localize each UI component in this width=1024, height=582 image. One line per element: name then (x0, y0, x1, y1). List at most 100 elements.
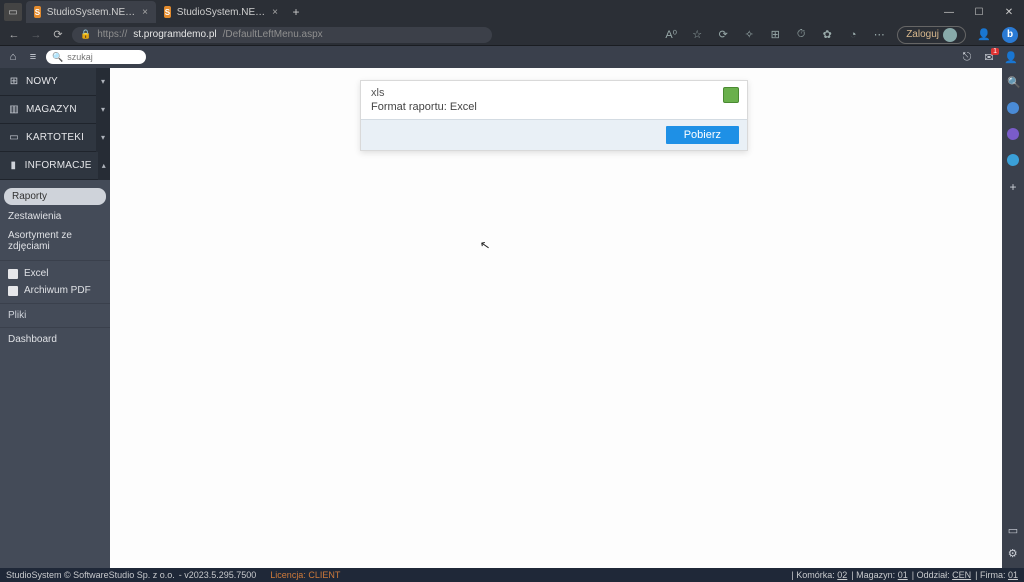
dialog-footer: Pobierz (361, 119, 747, 150)
window-maximize-button[interactable]: ☐ (964, 7, 994, 18)
new-tab-button[interactable]: + (286, 5, 306, 19)
main-area: ⊞ NOWY ▾ ▥ MAGAZYN ▾ ▭ KARTOTEKI ▾ ▮ INF… (0, 68, 1024, 568)
user-icon[interactable]: 👤 (1004, 51, 1018, 64)
app-top-bar: ⌂ ≡ 🔍 ⎋ ✉1 👤 (0, 46, 1024, 68)
rail-settings-icon[interactable]: ⚙ (1008, 547, 1018, 560)
status-komorka-value[interactable]: 02 (837, 570, 847, 580)
download-dialog: xls Format raportu: Excel Pobierz (360, 80, 748, 151)
content-area: xls Format raportu: Excel Pobierz ↖ (110, 68, 1002, 568)
search-icon: 🔍 (52, 52, 63, 63)
favorite-icon[interactable]: ☆ (689, 28, 705, 41)
browser-side-rail: 🔍 + ▭ ⚙ (1002, 68, 1024, 568)
url-prefix: https:// (97, 29, 127, 40)
extensions-icon[interactable]: ✿ (819, 28, 835, 41)
status-license: Licencja: CLIENT (270, 570, 340, 580)
favorites-bar-icon[interactable]: ✧ (741, 28, 757, 41)
nav-magazyn[interactable]: ▥ MAGAZYN ▾ (0, 96, 110, 124)
window-close-button[interactable]: ✕ (994, 7, 1024, 18)
tab-strip: ▭ S StudioSystem.NET (c) SoftwareS… × S … (0, 0, 306, 24)
status-komorka-label: Komórka: (796, 570, 835, 580)
subnav-pliki-heading[interactable]: Pliki (0, 304, 110, 323)
bing-icon[interactable]: b (1002, 27, 1018, 43)
subnav-dashboard[interactable]: Dashboard (0, 327, 110, 349)
chevron-down-icon[interactable]: ▾ (96, 124, 110, 152)
status-right: | Komórka: 02 | Magazyn: 01 | Oddział: C… (791, 570, 1018, 580)
cards-icon: ▭ (8, 132, 20, 143)
lock-icon: 🔒 (80, 29, 91, 40)
browser-toolbar: ← → ⟳ 🔒 https://st.programdemo.pl/Defaul… (0, 24, 1024, 46)
address-bar[interactable]: 🔒 https://st.programdemo.pl/DefaultLeftM… (72, 27, 492, 43)
info-icon: ▮ (8, 160, 19, 171)
rail-tools-icon[interactable]: ▭ (1008, 524, 1018, 537)
history-icon[interactable]: ⏱ (793, 28, 809, 41)
login-label: Zaloguj (906, 29, 939, 40)
status-left: StudioSystem © SoftwareStudio Sp. z o.o.… (6, 570, 340, 580)
avatar-icon (943, 28, 957, 42)
rail-app-1-icon[interactable] (1007, 102, 1019, 114)
browser-tab-1-title: StudioSystem.NET (c) SoftwareS… (47, 7, 136, 18)
login-button[interactable]: Zaloguj (897, 26, 966, 44)
status-bar: StudioSystem © SoftwareStudio Sp. z o.o.… (0, 568, 1024, 582)
nav-informacje[interactable]: ▮ INFORMACJE ▴ (0, 152, 110, 180)
sync-icon[interactable]: ⟳ (715, 28, 731, 41)
status-oddzial-label: Oddział: (917, 570, 950, 580)
read-aloud-icon[interactable]: A⁰ (663, 28, 679, 41)
cursor-icon: ↖ (479, 237, 491, 253)
rail-add-icon[interactable]: + (1009, 180, 1016, 194)
search-input[interactable] (67, 52, 137, 62)
chevron-down-icon[interactable]: ▾ (96, 68, 110, 96)
nav-magazyn-label: MAGAZYN (26, 104, 90, 115)
status-oddzial-value[interactable]: CEN (952, 570, 971, 580)
dialog-format-code: xls (371, 87, 737, 99)
dialog-format-line: Format raportu: Excel (371, 101, 737, 113)
performance-icon[interactable]: ◔ (845, 29, 861, 41)
file-pdf-icon (8, 286, 18, 296)
more-icon[interactable]: ⋯ (871, 28, 887, 41)
app-search[interactable]: 🔍 (46, 50, 146, 64)
profile-icon[interactable]: 👤 (976, 28, 992, 41)
browser-tab-1[interactable]: S StudioSystem.NET (c) SoftwareS… × (26, 1, 156, 23)
close-icon[interactable]: × (272, 7, 278, 18)
back-icon[interactable]: ← (6, 29, 22, 41)
export-icon[interactable]: ⎋ (960, 51, 974, 64)
informacje-submenu: Raporty Zestawienia Asortyment ze zdjęci… (0, 180, 110, 355)
subnav-raporty[interactable]: Raporty (4, 188, 106, 205)
url-path: /DefaultLeftMenu.aspx (223, 29, 323, 40)
chevron-up-icon[interactable]: ▴ (98, 152, 110, 180)
nav-kartoteki-label: KARTOTEKI (26, 132, 90, 143)
subnav-archiwum-label: Archiwum PDF (24, 285, 91, 296)
messages-icon[interactable]: ✉1 (982, 51, 996, 64)
status-firma-label: Firma: (980, 570, 1006, 580)
home-icon[interactable]: ⌂ (6, 51, 20, 63)
subnav-zestawienia[interactable]: Zestawienia (0, 207, 110, 226)
rail-app-2-icon[interactable] (1007, 128, 1019, 140)
status-magazyn-label: Magazyn: (856, 570, 895, 580)
nav-nowy[interactable]: ⊞ NOWY ▾ (0, 68, 110, 96)
status-copyright: StudioSystem © SoftwareStudio Sp. z o.o. (6, 570, 175, 580)
window-minimize-button[interactable]: — (934, 7, 964, 18)
status-magazyn-value[interactable]: 01 (898, 570, 908, 580)
app-top-right: ⎋ ✉1 👤 (960, 51, 1018, 64)
subnav-archiwum[interactable]: Archiwum PDF (0, 282, 110, 299)
subnav-excel-label: Excel (24, 268, 48, 279)
plus-box-icon: ⊞ (8, 76, 20, 87)
tab-actions-icon[interactable]: ▭ (4, 3, 22, 21)
close-icon[interactable]: × (142, 7, 148, 18)
rail-search-icon[interactable]: 🔍 (1007, 76, 1019, 88)
status-firma-value[interactable]: 01 (1008, 570, 1018, 580)
reload-icon[interactable]: ⟳ (50, 28, 66, 41)
nav-kartoteki[interactable]: ▭ KARTOTEKI ▾ (0, 124, 110, 152)
download-button[interactable]: Pobierz (666, 126, 739, 144)
subnav-file-group: Excel Archiwum PDF (0, 260, 110, 304)
excel-file-icon (723, 87, 739, 103)
toolbar-right: A⁰ ☆ ⟳ ✧ ⊞ ⏱ ✿ ◔ ⋯ Zaloguj 👤 b (663, 26, 1018, 44)
subnav-excel[interactable]: Excel (0, 265, 110, 282)
rail-app-3-icon[interactable] (1007, 154, 1019, 166)
subnav-asortyment[interactable]: Asortyment ze zdjęciami (0, 226, 110, 256)
messages-badge: 1 (991, 48, 999, 55)
menu-icon[interactable]: ≡ (26, 51, 40, 63)
window-controls: — ☐ ✕ (934, 7, 1024, 18)
browser-tab-2[interactable]: S StudioSystem.NET (c) SoftwareS… × (156, 1, 286, 23)
collections-icon[interactable]: ⊞ (767, 28, 783, 41)
chevron-down-icon[interactable]: ▾ (96, 96, 110, 124)
